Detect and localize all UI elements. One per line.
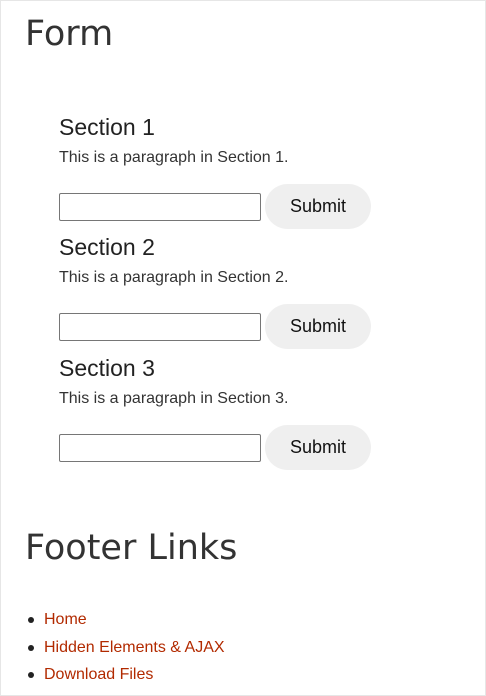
section-paragraph: This is a paragraph in Section 1.: [59, 149, 289, 166]
section-2-submit-button[interactable]: Submit: [265, 304, 371, 349]
bullet-icon: [28, 617, 34, 623]
section-1-input[interactable]: [59, 193, 261, 221]
footer-link-hidden-elements-ajax[interactable]: Hidden Elements & AJAX: [44, 634, 225, 662]
bullet-icon: [28, 644, 34, 651]
form-section-1: Section 1 This is a paragraph in Section…: [59, 113, 419, 229]
section-3-submit-button[interactable]: Submit: [265, 425, 371, 470]
section-heading: Section 2: [59, 234, 155, 260]
footer-title: Footer Links: [25, 528, 238, 568]
footer-link-download-files[interactable]: Download Files: [44, 661, 153, 689]
section-paragraph: This is a paragraph in Section 3.: [59, 390, 289, 407]
footer-link-home[interactable]: Home: [44, 606, 87, 634]
section-2-input[interactable]: [59, 313, 261, 341]
section-heading: Section 3: [59, 355, 155, 381]
form-section-3: Section 3 This is a paragraph in Section…: [59, 354, 419, 470]
section-heading: Section 1: [59, 114, 155, 140]
section-paragraph: This is a paragraph in Section 2.: [59, 269, 289, 286]
section-3-input[interactable]: [59, 434, 261, 462]
page-title: Form: [25, 14, 114, 54]
bullet-icon: [28, 672, 34, 678]
page-frame: [0, 0, 486, 696]
section-1-submit-button[interactable]: Submit: [265, 184, 371, 229]
form-section-2: Section 2 This is a paragraph in Section…: [59, 233, 419, 349]
